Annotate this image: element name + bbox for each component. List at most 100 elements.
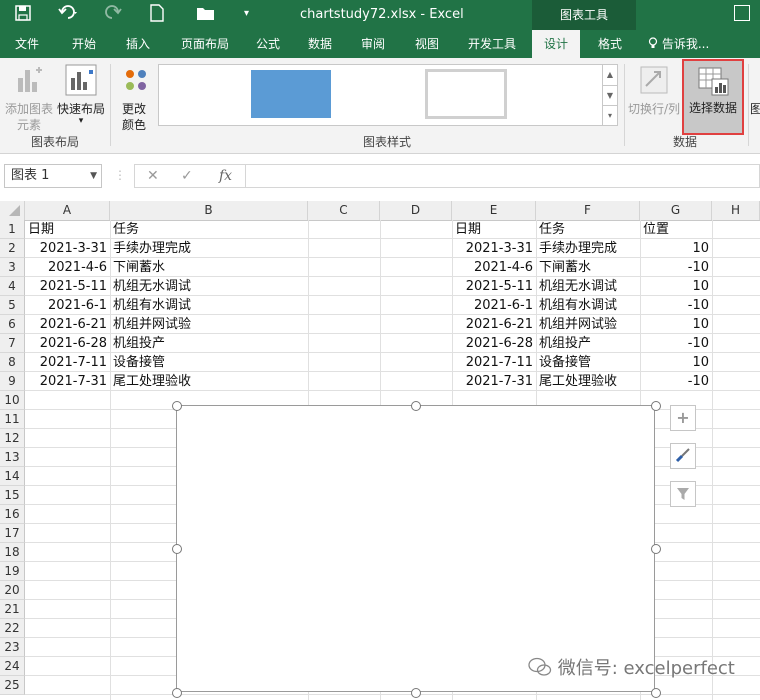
column-header-g[interactable]: G — [640, 201, 712, 220]
row-header-12[interactable]: 12 — [0, 429, 25, 448]
row-header-3[interactable]: 3 — [0, 258, 25, 277]
cell-task[interactable]: 手续办理完成 — [113, 239, 303, 258]
cell-f1-task-header[interactable]: 任务 — [539, 220, 637, 239]
cell-date[interactable]: 2021-5-11 — [27, 277, 107, 296]
cell-date[interactable]: 2021-3-31 — [452, 239, 533, 258]
cell-position[interactable]: -10 — [640, 334, 709, 353]
row-header-20[interactable]: 20 — [0, 581, 25, 600]
row-header-7[interactable]: 7 — [0, 334, 25, 353]
open-file-icon[interactable] — [196, 4, 216, 27]
formula-input[interactable] — [246, 164, 760, 188]
cell-task[interactable]: 机组有水调试 — [539, 296, 637, 315]
gallery-up-icon[interactable]: ▲ — [603, 65, 617, 86]
row-header-21[interactable]: 21 — [0, 600, 25, 619]
cell-a1-date-header[interactable]: 日期 — [28, 220, 108, 239]
resize-handle-top-right[interactable] — [651, 401, 661, 411]
cell-task[interactable]: 下闸蓄水 — [113, 258, 303, 277]
resize-handle-top[interactable] — [411, 401, 421, 411]
column-header-f[interactable]: F — [536, 201, 640, 220]
cell-date[interactable]: 2021-6-21 — [452, 315, 533, 334]
cell-date[interactable]: 2021-7-31 — [452, 372, 533, 391]
row-header-10[interactable]: 10 — [0, 391, 25, 410]
customize-qat-icon[interactable]: ▾ — [244, 4, 249, 24]
resize-handle-bottom-right[interactable] — [651, 688, 661, 698]
row-header-16[interactable]: 16 — [0, 505, 25, 524]
column-header-c[interactable]: C — [308, 201, 380, 220]
cell-date[interactable]: 2021-4-6 — [452, 258, 533, 277]
column-header-h[interactable]: H — [712, 201, 760, 220]
cell-task[interactable]: 设备接管 — [113, 353, 303, 372]
tab-design[interactable]: 设计 — [532, 30, 580, 58]
chart-style-2[interactable] — [425, 69, 507, 119]
chart-styles-button[interactable] — [670, 443, 696, 469]
gallery-down-icon[interactable]: ▼ — [603, 86, 617, 106]
row-header-6[interactable]: 6 — [0, 315, 25, 334]
enter-icon[interactable]: ✓ — [181, 168, 193, 184]
row-header-14[interactable]: 14 — [0, 467, 25, 486]
new-file-icon[interactable] — [150, 4, 164, 27]
name-box[interactable]: 图表 1 ▼ — [4, 164, 102, 188]
cell-task[interactable]: 机组投产 — [113, 334, 303, 353]
tab-page-layout[interactable]: 页面布局 — [172, 30, 238, 58]
name-box-dropdown-icon[interactable]: ▼ — [90, 165, 97, 187]
tab-view[interactable]: 视图 — [404, 30, 450, 58]
row-header-19[interactable]: 19 — [0, 562, 25, 581]
row-header-25[interactable]: 25 — [0, 676, 25, 695]
tell-me-box[interactable]: 告诉我... — [648, 30, 722, 58]
cell-task[interactable]: 设备接管 — [539, 353, 637, 372]
cell-date[interactable]: 2021-7-31 — [27, 372, 107, 391]
cell-date[interactable]: 2021-5-11 — [452, 277, 533, 296]
row-header-22[interactable]: 22 — [0, 619, 25, 638]
change-colors-button[interactable]: 更改 颜色 — [114, 62, 154, 132]
cell-e1-date-header[interactable]: 日期 — [455, 220, 533, 239]
cell-date[interactable]: 2021-4-6 — [27, 258, 107, 277]
row-header-9[interactable]: 9 — [0, 372, 25, 391]
cell-b1-task-header[interactable]: 任务 — [113, 220, 303, 239]
tab-formulas[interactable]: 公式 — [246, 30, 290, 58]
row-header-17[interactable]: 17 — [0, 524, 25, 543]
row-header-24[interactable]: 24 — [0, 657, 25, 676]
cell-task[interactable]: 机组并网试验 — [539, 315, 637, 334]
cell-task[interactable]: 机组并网试验 — [113, 315, 303, 334]
row-header-23[interactable]: 23 — [0, 638, 25, 657]
row-header-11[interactable]: 11 — [0, 410, 25, 429]
add-chart-element-button[interactable]: 添加图表 元素 — [4, 62, 54, 132]
tab-developer[interactable]: 开发工具 — [460, 30, 524, 58]
row-header-2[interactable]: 2 — [0, 239, 25, 258]
resize-handle-bottom[interactable] — [411, 688, 421, 698]
resize-handle-right[interactable] — [651, 544, 661, 554]
cell-date[interactable]: 2021-6-21 — [27, 315, 107, 334]
tab-insert[interactable]: 插入 — [114, 30, 162, 58]
cell-date[interactable]: 2021-6-28 — [452, 334, 533, 353]
row-header-1[interactable]: 1 — [0, 220, 25, 239]
cell-date[interactable]: 2021-7-11 — [27, 353, 107, 372]
cell-position[interactable]: 10 — [640, 239, 709, 258]
chart-elements-button[interactable]: + — [670, 405, 696, 431]
cell-date[interactable]: 2021-6-1 — [27, 296, 107, 315]
row-header-15[interactable]: 15 — [0, 486, 25, 505]
cell-date[interactable]: 2021-6-1 — [452, 296, 533, 315]
tab-review[interactable]: 审阅 — [350, 30, 396, 58]
cell-task[interactable]: 尾工处理验收 — [113, 372, 303, 391]
select-data-button[interactable]: 选择数据 — [682, 59, 744, 135]
column-header-a[interactable]: A — [25, 201, 110, 220]
column-header-b[interactable]: B — [110, 201, 308, 220]
resize-handle-top-left[interactable] — [172, 401, 182, 411]
cell-position[interactable]: -10 — [640, 258, 709, 277]
cell-task[interactable]: 机组投产 — [539, 334, 637, 353]
chart-filters-button[interactable] — [670, 481, 696, 507]
ribbon-display-icon[interactable] — [734, 5, 750, 21]
save-icon[interactable] — [14, 4, 32, 27]
tab-data[interactable]: 数据 — [298, 30, 342, 58]
cell-date[interactable]: 2021-7-11 — [452, 353, 533, 372]
quick-layout-button[interactable]: 快速布局 ▾ — [56, 62, 106, 128]
cancel-icon[interactable]: ✕ — [147, 168, 159, 184]
cell-task[interactable]: 机组有水调试 — [113, 296, 303, 315]
select-all-corner[interactable] — [0, 201, 25, 220]
tab-format[interactable]: 格式 — [588, 30, 632, 58]
resize-handle-bottom-left[interactable] — [172, 688, 182, 698]
cell-g1-position-header[interactable]: 位置 — [643, 220, 709, 239]
column-header-d[interactable]: D — [380, 201, 452, 220]
tab-home[interactable]: 开始 — [58, 30, 110, 58]
cell-position[interactable]: 10 — [640, 277, 709, 296]
